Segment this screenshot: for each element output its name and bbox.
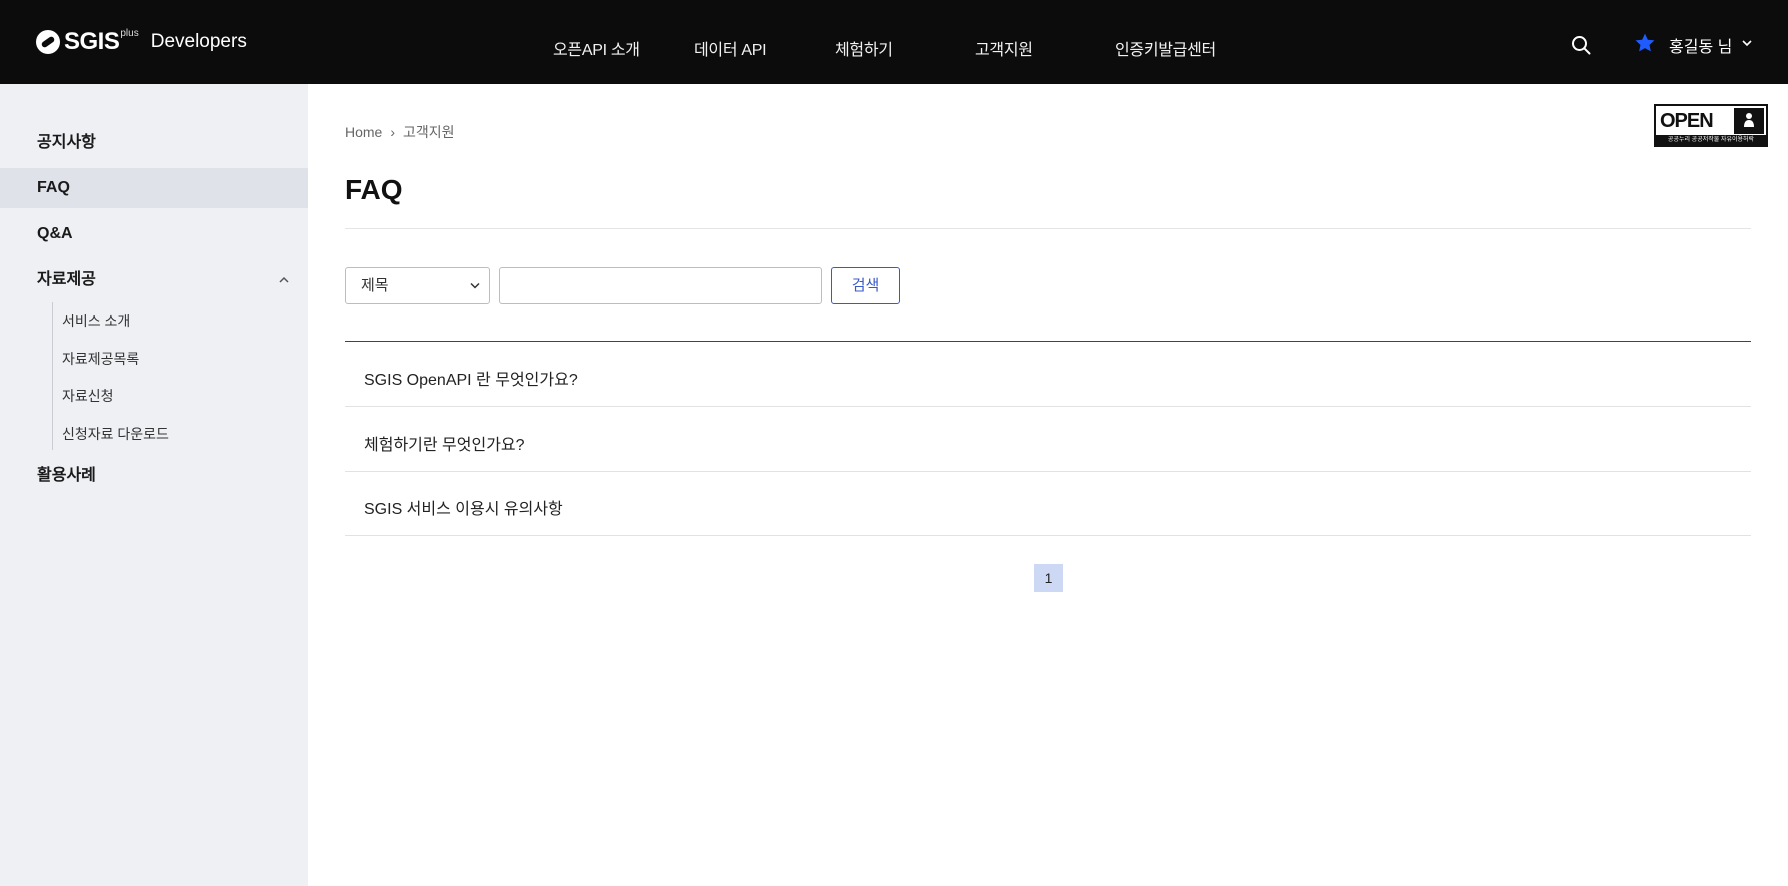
sidebar-subitem-download[interactable]: 신청자료 다운로드 <box>62 424 169 444</box>
sgis-logo[interactable]: SGIS plus Developers <box>36 28 247 56</box>
logo-superscript: plus <box>120 27 139 39</box>
breadcrumb-separator: › <box>390 124 396 140</box>
open-badge-word: OPEN <box>1660 110 1714 132</box>
sidebar-subitem-service-intro[interactable]: 서비스 소개 <box>62 311 130 331</box>
search-field-select[interactable]: 제목 <box>345 267 490 304</box>
nav-openapi-intro[interactable]: 오픈API 소개 <box>553 36 640 60</box>
chevron-down-icon <box>470 282 480 289</box>
chevron-down-icon[interactable] <box>1741 38 1753 48</box>
faq-item[interactable]: SGIS OpenAPI 란 무엇인가요? <box>345 342 1751 407</box>
faq-question[interactable]: SGIS 서비스 이용시 유의사항 <box>364 495 563 519</box>
user-name[interactable]: 홍길동 님 <box>1669 33 1732 57</box>
faq-item[interactable]: 체험하기란 무엇인가요? <box>345 407 1751 472</box>
person-icon <box>1744 113 1754 127</box>
logo-text: SGIS <box>64 28 120 55</box>
open-license-badge: OPEN 공공누리 공공저작물 자유이용허락 <box>1654 104 1768 147</box>
sidebar-item-label: 자료제공 <box>37 271 96 288</box>
faq-question[interactable]: SGIS OpenAPI 란 무엇인가요? <box>364 366 578 390</box>
sidebar-subitem-data-list[interactable]: 자료제공목록 <box>62 349 139 369</box>
nav-data-api[interactable]: 데이터 API <box>694 36 767 60</box>
faq-question[interactable]: 체험하기란 무엇인가요? <box>364 431 525 455</box>
sidebar-item-qna[interactable]: Q&A <box>0 214 308 254</box>
sidebar-item-faq[interactable]: FAQ <box>0 168 308 208</box>
sidebar-subitem-data-request[interactable]: 자료신청 <box>62 386 114 406</box>
open-badge-caption-bar: 공공누리 공공저작물 자유이용허락 <box>1656 135 1766 145</box>
sidebar-item-data-provision[interactable]: 자료제공 <box>0 260 308 300</box>
open-badge-caption: 공공누리 공공저작물 자유이용허락 <box>1667 137 1755 143</box>
star-icon[interactable] <box>1634 32 1656 54</box>
submenu-guide-line <box>52 302 53 450</box>
pagination-page-current[interactable]: 1 <box>1034 564 1063 592</box>
nav-try-it[interactable]: 체험하기 <box>835 36 893 60</box>
nav-auth-key-center[interactable]: 인증키발급센터 <box>1115 36 1216 60</box>
top-header: SGIS plus Developers 오픈API 소개 데이터 API 체험… <box>0 0 1788 84</box>
breadcrumb: Home › 고객지원 <box>345 122 455 142</box>
nav-customer-support[interactable]: 고객지원 <box>975 36 1033 60</box>
faq-item[interactable]: SGIS 서비스 이용시 유의사항 <box>345 471 1751 536</box>
sgis-logo-icon <box>36 30 60 54</box>
open-badge-person-box <box>1734 108 1764 134</box>
search-field-select-value: 제목 <box>361 277 389 294</box>
search-button[interactable]: 검색 <box>831 267 900 304</box>
breadcrumb-current[interactable]: 고객지원 <box>403 124 455 140</box>
search-icon[interactable] <box>1571 35 1591 55</box>
sidebar: 공지사항 FAQ Q&A 자료제공 서비스 소개 자료제공목록 자료신청 신청자… <box>0 84 308 886</box>
sidebar-item-use-cases[interactable]: 활용사례 <box>0 456 308 496</box>
sidebar-item-notice[interactable]: 공지사항 <box>0 123 308 163</box>
breadcrumb-home[interactable]: Home <box>345 124 382 140</box>
logo-developers-label: Developers <box>150 31 247 52</box>
title-divider <box>345 228 1751 229</box>
page-title: FAQ <box>345 174 403 205</box>
search-input[interactable] <box>499 267 822 304</box>
chevron-up-icon[interactable] <box>278 276 290 284</box>
